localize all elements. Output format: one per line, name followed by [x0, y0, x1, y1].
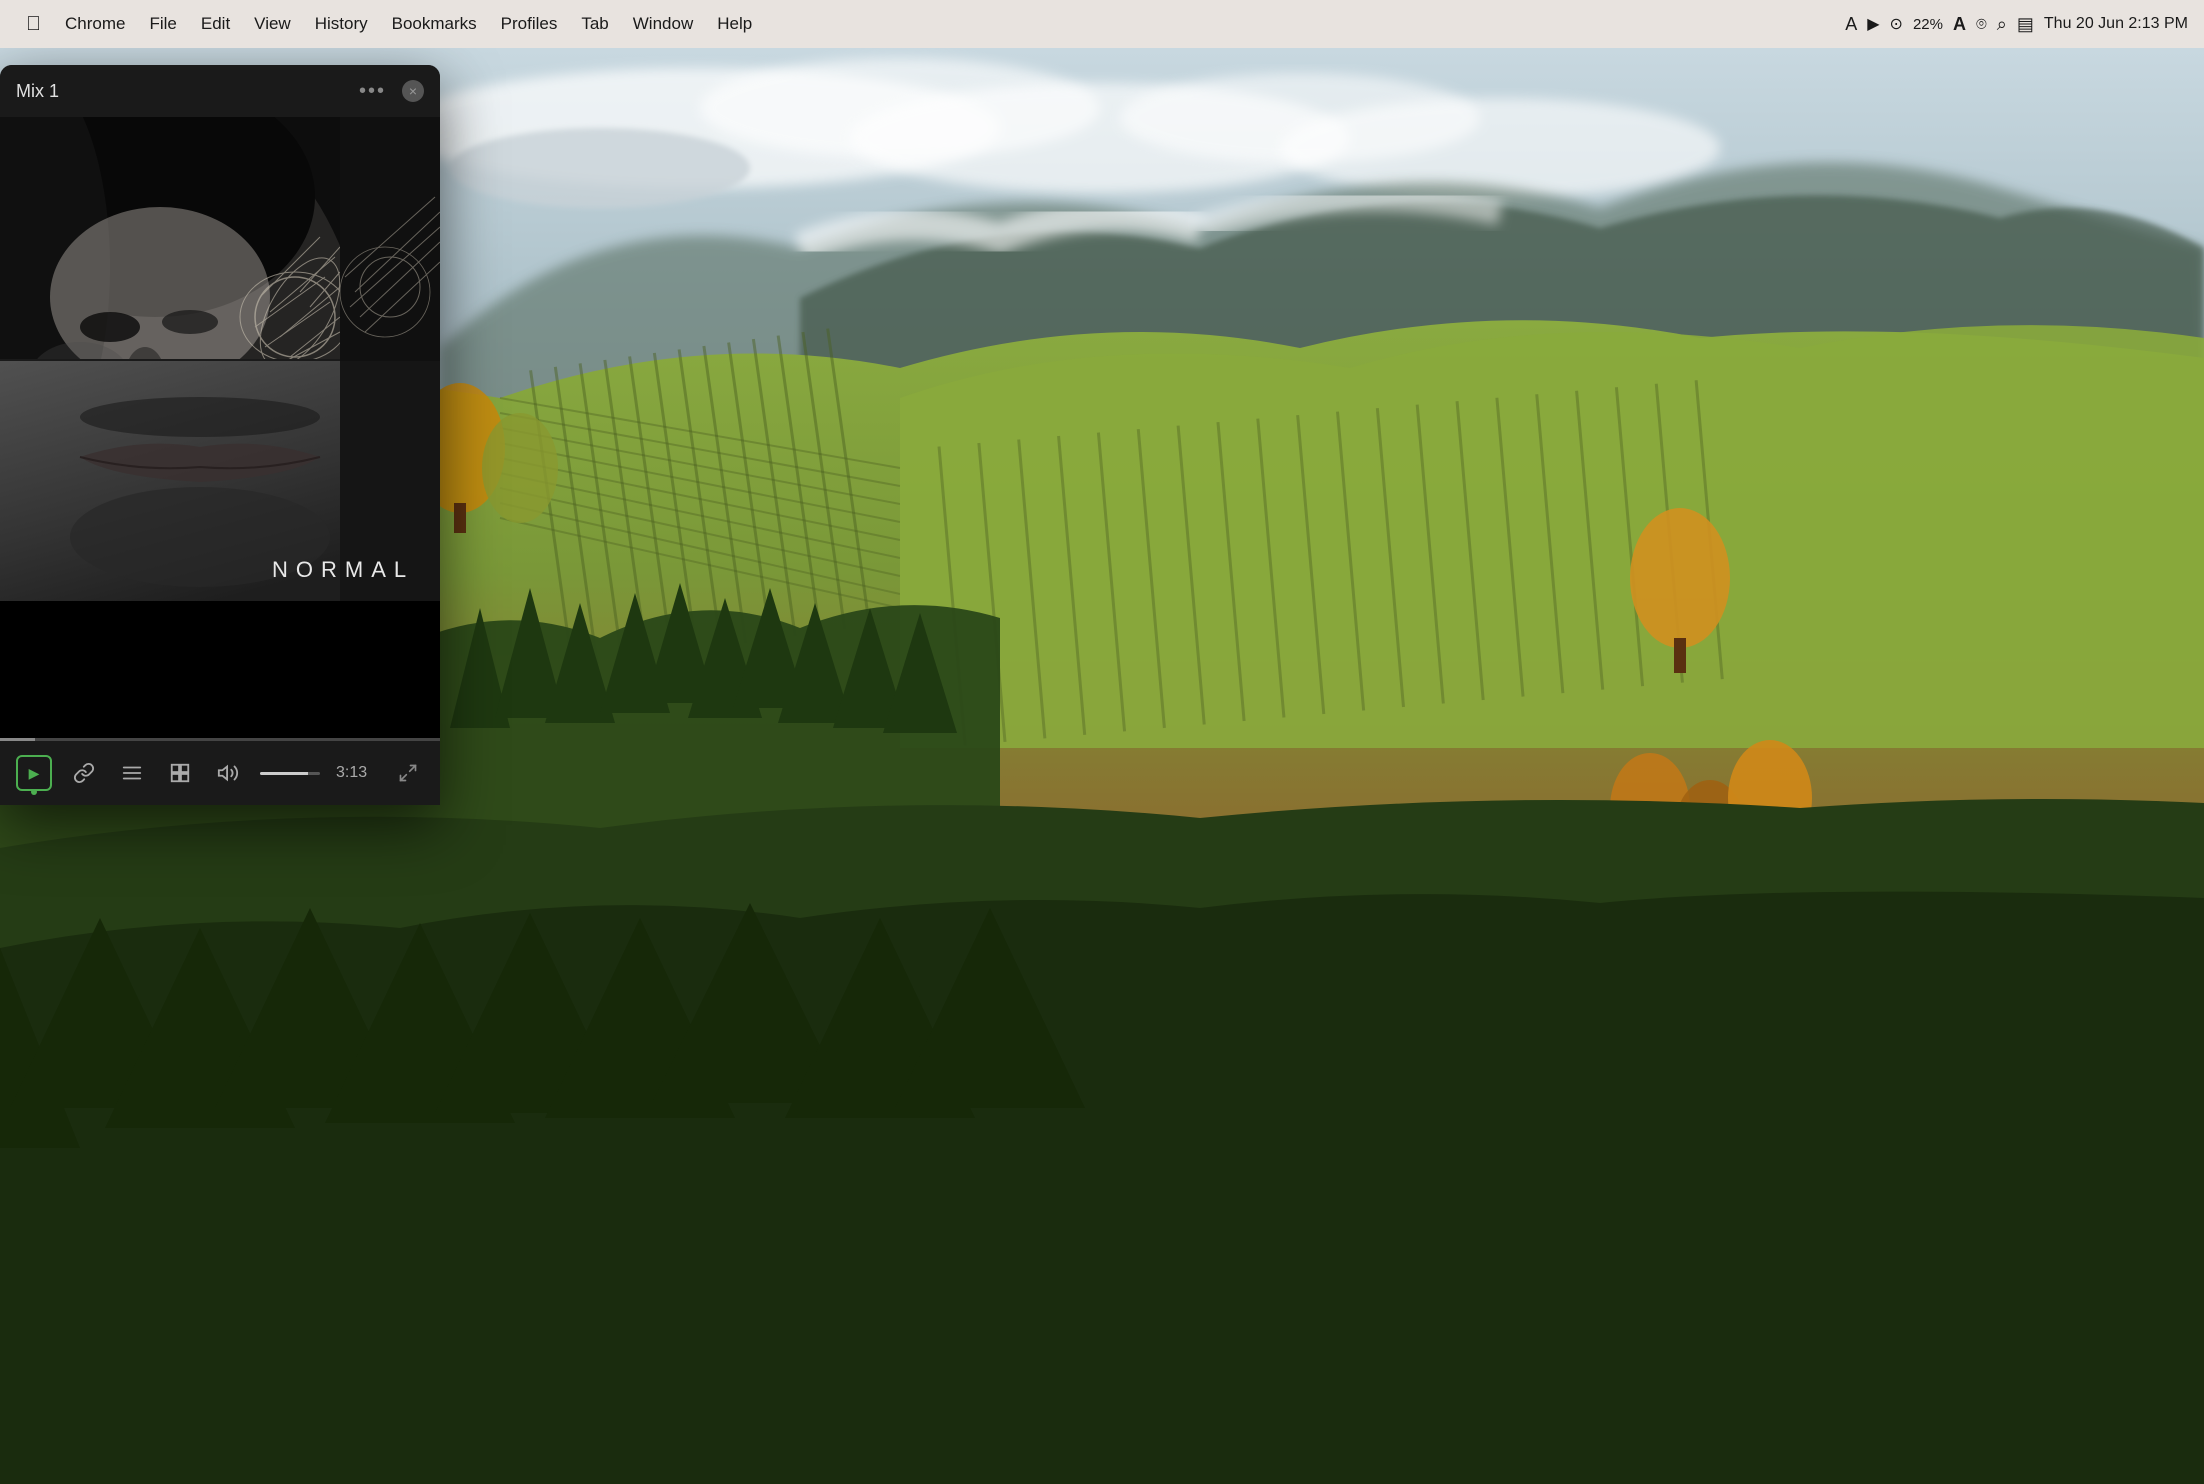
apple-menu[interactable]:  [16, 9, 51, 40]
menu-edit[interactable]: Edit [191, 10, 240, 38]
menu-window[interactable]: Window [623, 10, 703, 38]
menu-tab[interactable]: Tab [571, 10, 618, 38]
control-center-icon[interactable]: ▤ [2017, 14, 2034, 35]
volume-slider[interactable] [260, 772, 320, 775]
player-top-controls: ••• × [359, 80, 424, 103]
player-title: Mix 1 [16, 81, 359, 102]
link-icon[interactable] [68, 757, 100, 789]
expand-button[interactable] [392, 757, 424, 789]
wifi-icon[interactable]: ⌾ [1976, 14, 1987, 35]
layout-icon[interactable] [164, 757, 196, 789]
progress-fill [0, 738, 35, 741]
menubar:  Chrome File Edit View History Bookmark… [0, 0, 2204, 48]
control-row: ▶ [0, 741, 440, 805]
screen-icon[interactable]: ⊙ [1890, 14, 1903, 34]
menu-history[interactable]: History [305, 10, 378, 38]
player-bottom: ▶ [0, 738, 440, 805]
menubar-right: A ▶ ⊙ 22% A ⌾ ⌕ ▤ Thu 20 Jun 2:13 PM [1845, 14, 2188, 35]
close-button[interactable]: × [402, 80, 424, 102]
menu-help[interactable]: Help [707, 10, 762, 38]
search-icon[interactable]: ⌕ [1997, 14, 2007, 35]
font-icon[interactable]: A [1845, 14, 1857, 35]
media-icon[interactable]: ▶ [1867, 14, 1879, 34]
player-titlebar: Mix 1 ••• × [0, 65, 440, 117]
menu-chrome[interactable]: Chrome [55, 10, 135, 38]
battery-label: 22% [1913, 16, 1943, 33]
accessibility-icon[interactable]: A [1953, 14, 1966, 35]
menu-view[interactable]: View [244, 10, 301, 38]
queue-icon[interactable] [116, 757, 148, 789]
progress-bar[interactable] [0, 738, 440, 741]
svg-text:NORMAL: NORMAL [272, 557, 414, 582]
album-art: NORMAL [0, 117, 440, 738]
player-window: Mix 1 ••• × [0, 65, 440, 805]
menu-file[interactable]: File [139, 10, 186, 38]
menu-bookmarks[interactable]: Bookmarks [382, 10, 487, 38]
time-elapsed: 3:13 [336, 764, 376, 782]
volume-icon[interactable] [212, 757, 244, 789]
menu-profiles[interactable]: Profiles [491, 10, 568, 38]
datetime-label[interactable]: Thu 20 Jun 2:13 PM [2044, 15, 2188, 33]
more-options-button[interactable]: ••• [359, 80, 386, 103]
play-button[interactable]: ▶ [16, 755, 52, 791]
